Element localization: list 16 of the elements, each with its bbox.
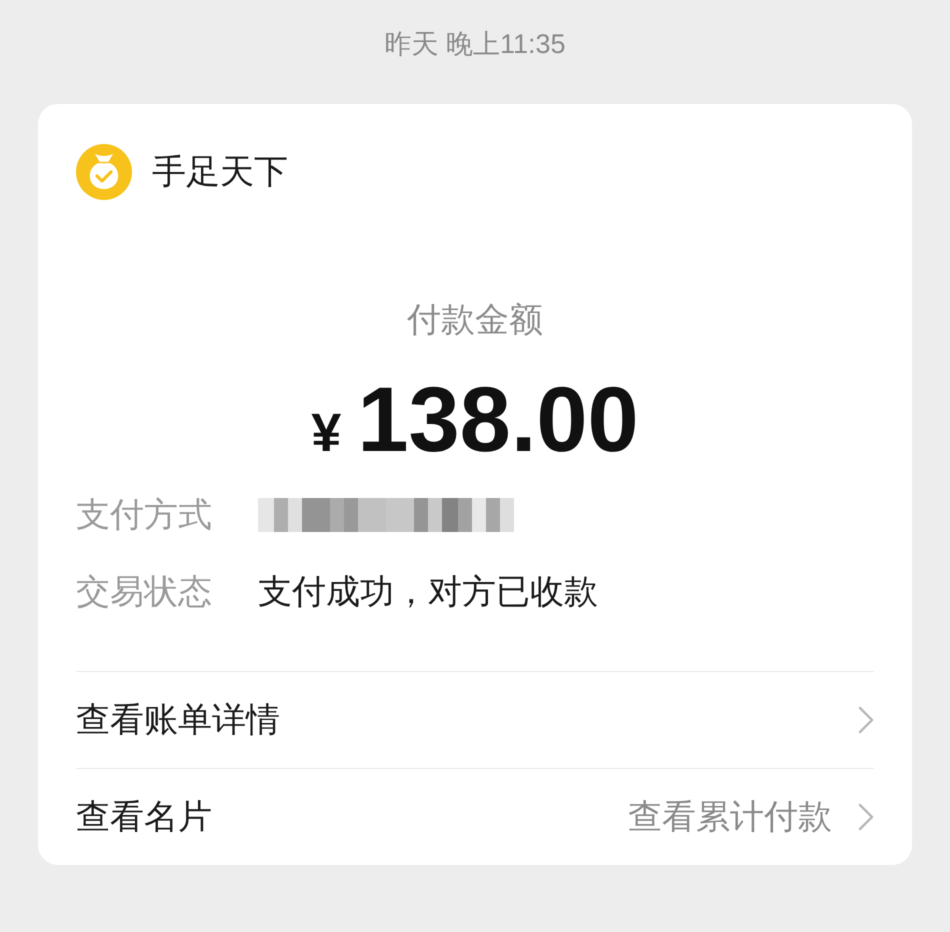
message-timestamp: 昨天 晚上11:35 (384, 28, 566, 61)
detail-label: 支付方式 (76, 495, 212, 536)
link-label: 查看账单详情 (76, 700, 280, 741)
merchant-name: 手足天下 (152, 152, 288, 193)
amount-label: 付款金额 (407, 300, 543, 341)
chevron-right-icon (858, 803, 874, 831)
link-row[interactable]: 查看账单详情 (76, 671, 874, 768)
payment-amount: 138.00 (357, 370, 639, 470)
link-label: 查看名片 (76, 797, 212, 838)
detail-value: 支付成功，对方已收款 (258, 572, 598, 613)
chevron-right-icon (858, 706, 874, 734)
money-bag-logo-icon (76, 144, 132, 200)
link-row[interactable]: 查看名片 查看累计付款 (76, 768, 874, 865)
currency-symbol: ¥ (311, 402, 342, 465)
detail-label: 交易状态 (76, 572, 212, 613)
link-value: 查看累计付款 (628, 797, 832, 838)
